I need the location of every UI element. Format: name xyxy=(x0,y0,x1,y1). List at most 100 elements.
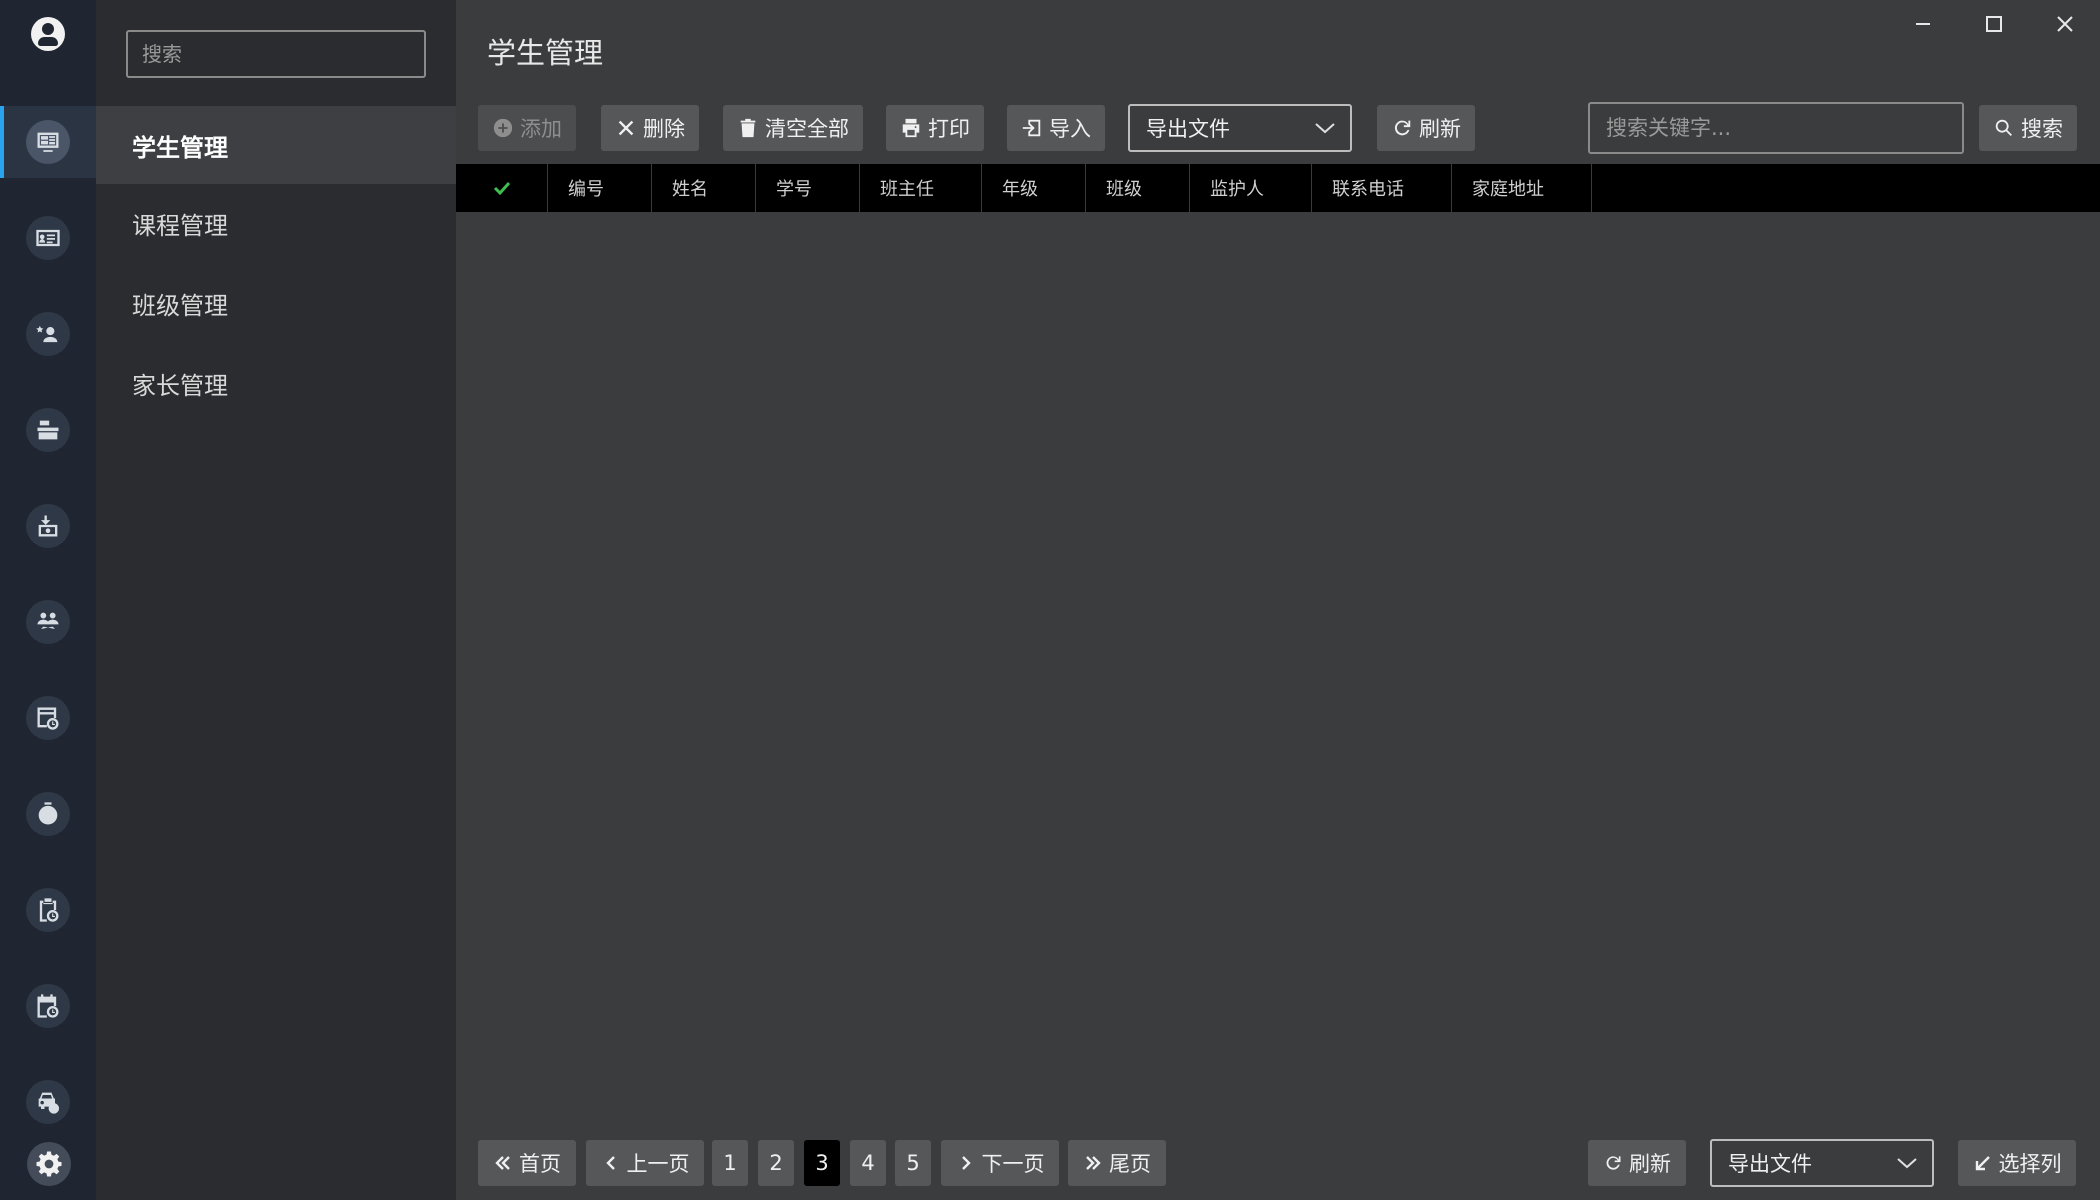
refresh-icon xyxy=(1606,1156,1621,1170)
column-header[interactable]: 学号 xyxy=(756,164,860,212)
user-avatar-icon[interactable] xyxy=(31,17,65,51)
chevron-down-icon xyxy=(1315,123,1335,134)
clipboard-clock-icon xyxy=(39,898,59,922)
sidebar-item-student-management[interactable]: 学生管理 xyxy=(96,106,456,184)
refresh-icon xyxy=(1394,120,1411,136)
import-button[interactable]: 导入 xyxy=(1007,105,1105,151)
timer-icon xyxy=(38,802,58,825)
page-button-4[interactable]: 4 xyxy=(850,1140,886,1186)
check-icon xyxy=(493,181,510,196)
sidebar-item-course-management[interactable]: 课程管理 xyxy=(96,184,456,262)
first-page-button[interactable]: 首页 xyxy=(478,1140,576,1186)
search-button-label: 搜索 xyxy=(2021,117,2063,141)
dashboard-icon xyxy=(37,132,59,152)
arrow-down-left-icon xyxy=(1975,1156,1990,1171)
money-transfer-icon xyxy=(38,515,58,537)
minimize-button[interactable] xyxy=(1900,8,1946,40)
close-button[interactable] xyxy=(2042,8,2088,40)
rail-item-students[interactable] xyxy=(0,202,96,274)
double-chevron-right-icon xyxy=(1086,1156,1101,1170)
page-button-5[interactable]: 5 xyxy=(895,1140,931,1186)
settings-button[interactable] xyxy=(27,1142,71,1186)
main-content: 学生管理 添加 删除 清空全部 打印 导入 导出文件 刷新 搜索关键字... 搜… xyxy=(456,0,2100,1200)
bottom-export-file-select-value: 导出文件 xyxy=(1728,1152,1812,1176)
id-card-icon xyxy=(36,229,60,247)
calendar-clock-icon xyxy=(37,994,59,1018)
sidebar-item-label: 学生管理 xyxy=(132,133,228,162)
print-button[interactable]: 打印 xyxy=(886,105,984,151)
maximize-button[interactable] xyxy=(1971,8,2017,40)
delete-button[interactable]: 删除 xyxy=(601,105,699,151)
page-button-3[interactable]: 3 xyxy=(804,1140,840,1186)
column-header[interactable]: 班主任 xyxy=(860,164,982,212)
plus-circle-icon xyxy=(493,118,513,138)
column-header[interactable]: 联系电话 xyxy=(1312,164,1452,212)
column-header[interactable]: 班级 xyxy=(1086,164,1190,212)
bottom-refresh-button[interactable]: 刷新 xyxy=(1588,1140,1686,1186)
rail-item-schedule[interactable] xyxy=(0,682,96,754)
bottom-refresh-label: 刷新 xyxy=(1629,1152,1671,1176)
search-icon xyxy=(1995,119,2012,136)
close-icon xyxy=(618,120,634,136)
sidebar-search-input[interactable] xyxy=(126,30,426,78)
rail-item-transport[interactable] xyxy=(0,1066,96,1138)
table-clock-icon xyxy=(37,707,59,730)
trash-icon xyxy=(740,118,756,138)
next-page-button[interactable]: 下一页 xyxy=(941,1140,1059,1186)
select-columns-label: 选择列 xyxy=(1998,1152,2062,1176)
page-button-2[interactable]: 2 xyxy=(758,1140,794,1186)
add-button-label: 添加 xyxy=(520,117,562,141)
page-title: 学生管理 xyxy=(487,36,604,70)
sidebar-item-parent-management[interactable]: 家长管理 xyxy=(96,344,456,422)
export-file-select-value: 导出文件 xyxy=(1146,117,1230,141)
table-header: 编号 姓名 学号 班主任 年级 班级 监护人 联系电话 家庭地址 xyxy=(456,164,2100,212)
rail-item-calendar[interactable] xyxy=(0,970,96,1042)
column-header[interactable]: 姓名 xyxy=(652,164,756,212)
rail-item-finance[interactable] xyxy=(0,490,96,562)
refresh-button[interactable]: 刷新 xyxy=(1377,105,1475,151)
select-columns-button[interactable]: 选择列 xyxy=(1958,1140,2076,1186)
import-button-label: 导入 xyxy=(1049,117,1091,141)
prev-page-button[interactable]: 上一页 xyxy=(586,1140,704,1186)
prev-page-label: 上一页 xyxy=(626,1152,690,1176)
column-header[interactable]: 监护人 xyxy=(1190,164,1312,212)
gear-icon xyxy=(36,1151,62,1177)
delete-button-label: 删除 xyxy=(643,117,685,141)
car-clock-icon xyxy=(38,1092,60,1114)
last-page-button[interactable]: 尾页 xyxy=(1068,1140,1166,1186)
rail-item-attendance[interactable] xyxy=(0,874,96,946)
rail-item-timer[interactable] xyxy=(0,778,96,850)
refresh-button-label: 刷新 xyxy=(1419,117,1461,141)
rail-item-teachers[interactable] xyxy=(0,298,96,370)
rail-item-parents[interactable] xyxy=(0,586,96,658)
cash-register-icon xyxy=(37,420,59,440)
print-button-label: 打印 xyxy=(928,117,970,141)
printer-icon xyxy=(902,118,920,138)
page-button-1[interactable]: 1 xyxy=(712,1140,748,1186)
next-page-label: 下一页 xyxy=(981,1152,1045,1176)
keyword-search-input[interactable] xyxy=(1588,102,1964,154)
export-file-select[interactable]: 导出文件 xyxy=(1128,104,1352,152)
bottom-export-file-select[interactable]: 导出文件 xyxy=(1710,1139,1934,1187)
sidebar-item-label: 班级管理 xyxy=(132,291,228,320)
sidebar: 学生管理 课程管理 班级管理 家长管理 xyxy=(96,0,456,1200)
rail-item-dashboard[interactable] xyxy=(0,106,96,178)
sidebar-item-class-management[interactable]: 班级管理 xyxy=(96,264,456,342)
first-page-label: 首页 xyxy=(519,1152,561,1176)
maximize-icon xyxy=(1986,16,2002,32)
column-header[interactable]: 编号 xyxy=(548,164,652,212)
sidebar-item-label: 家长管理 xyxy=(132,371,228,400)
select-all-checkbox[interactable] xyxy=(456,164,548,212)
search-button[interactable]: 搜索 xyxy=(1979,105,2077,151)
icon-rail xyxy=(0,0,96,1200)
column-header[interactable]: 年级 xyxy=(982,164,1086,212)
close-icon xyxy=(2057,16,2073,32)
chevron-right-icon xyxy=(961,1156,971,1170)
clear-all-button[interactable]: 清空全部 xyxy=(723,105,863,151)
users-exchange-icon xyxy=(37,612,59,632)
add-button[interactable]: 添加 xyxy=(478,105,576,151)
chevron-left-icon xyxy=(605,1156,615,1170)
last-page-label: 尾页 xyxy=(1109,1152,1151,1176)
rail-item-cashier[interactable] xyxy=(0,394,96,466)
column-header[interactable]: 家庭地址 xyxy=(1452,164,1592,212)
